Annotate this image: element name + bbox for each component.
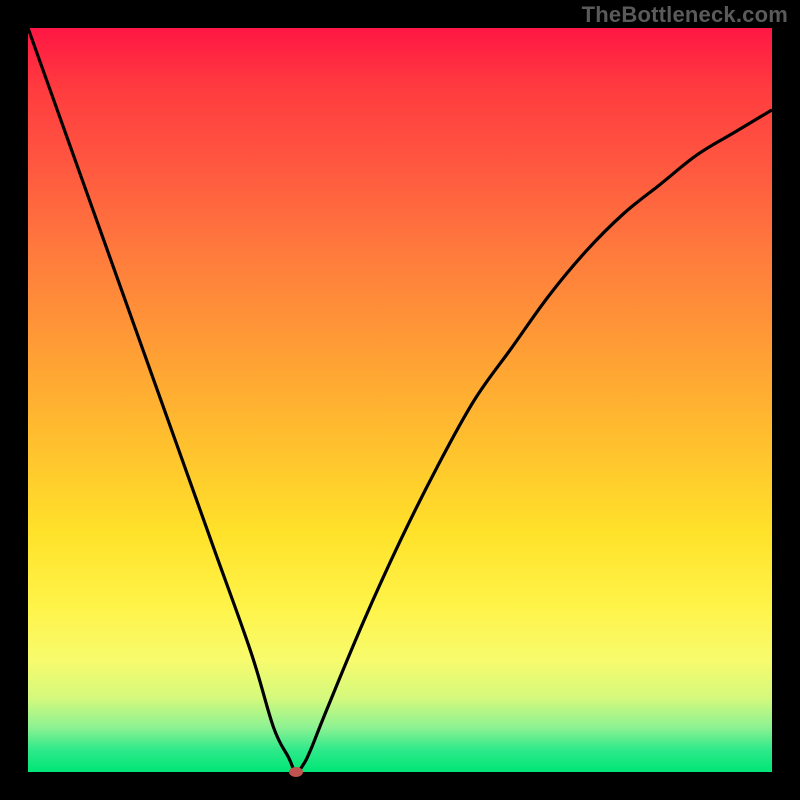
bottleneck-curve — [28, 28, 772, 772]
optimal-point-marker — [289, 767, 303, 777]
plot-area — [28, 28, 772, 772]
curve-path — [28, 28, 772, 772]
chart-frame: TheBottleneck.com — [0, 0, 800, 800]
watermark-text: TheBottleneck.com — [582, 2, 788, 28]
